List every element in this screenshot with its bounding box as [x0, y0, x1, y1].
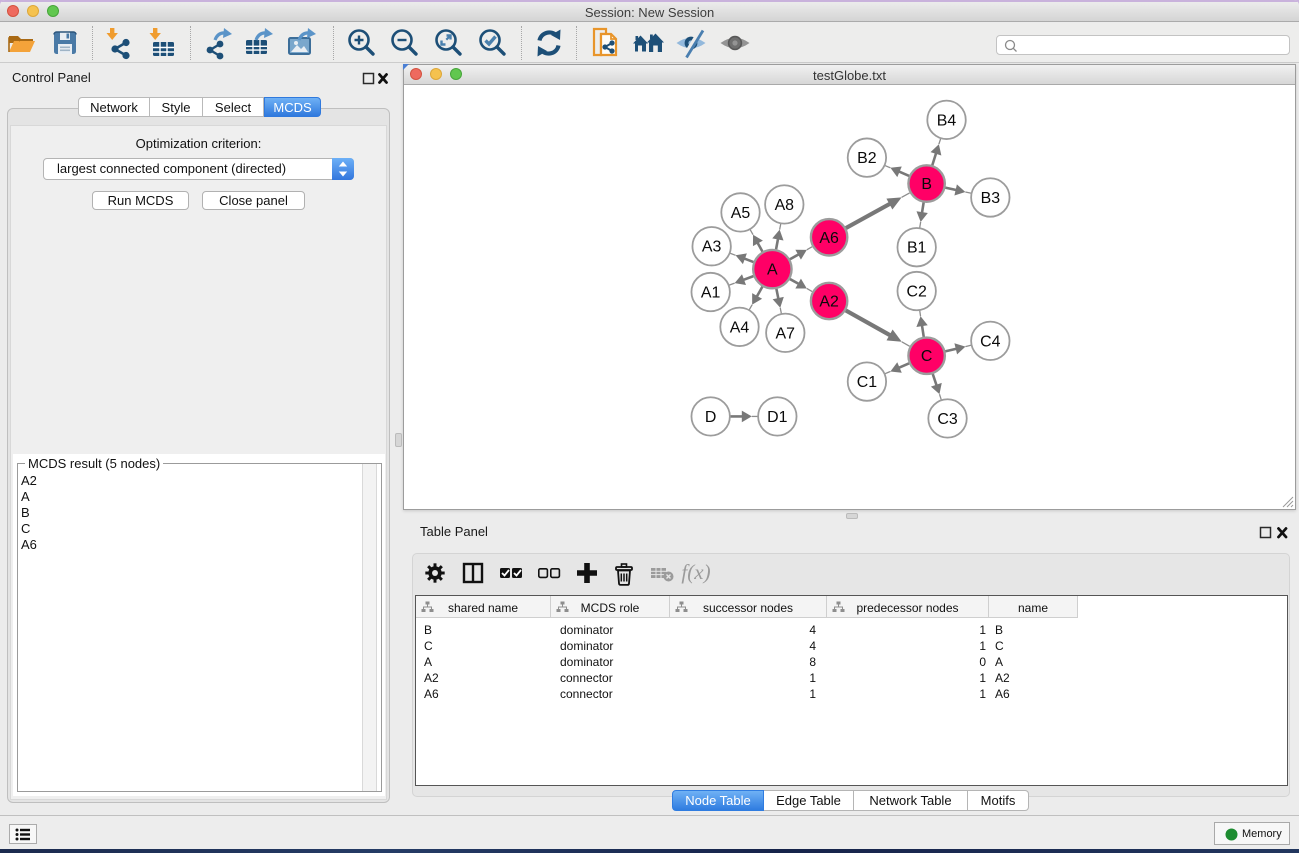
svg-text:A3: A3 — [702, 239, 722, 256]
svg-text:B3: B3 — [981, 190, 1001, 207]
svg-text:A5: A5 — [731, 205, 751, 222]
svg-text:A6: A6 — [819, 230, 839, 247]
svg-text:B2: B2 — [857, 150, 877, 167]
svg-text:A4: A4 — [730, 319, 750, 336]
svg-text:A8: A8 — [775, 197, 795, 214]
svg-text:C3: C3 — [937, 411, 957, 428]
svg-text:D1: D1 — [767, 409, 787, 426]
svg-text:D: D — [705, 409, 717, 426]
svg-text:C4: C4 — [980, 333, 1000, 350]
svg-text:B4: B4 — [937, 112, 957, 129]
svg-text:B: B — [921, 176, 932, 193]
svg-text:A7: A7 — [776, 325, 796, 342]
svg-text:A: A — [767, 262, 778, 279]
svg-text:A1: A1 — [701, 284, 721, 301]
svg-text:C2: C2 — [907, 284, 927, 301]
svg-text:C: C — [921, 348, 933, 365]
svg-text:B1: B1 — [907, 240, 927, 257]
svg-text:f(x): f(x) — [681, 560, 710, 584]
svg-text:A2: A2 — [819, 293, 839, 310]
svg-text:C1: C1 — [857, 374, 877, 391]
